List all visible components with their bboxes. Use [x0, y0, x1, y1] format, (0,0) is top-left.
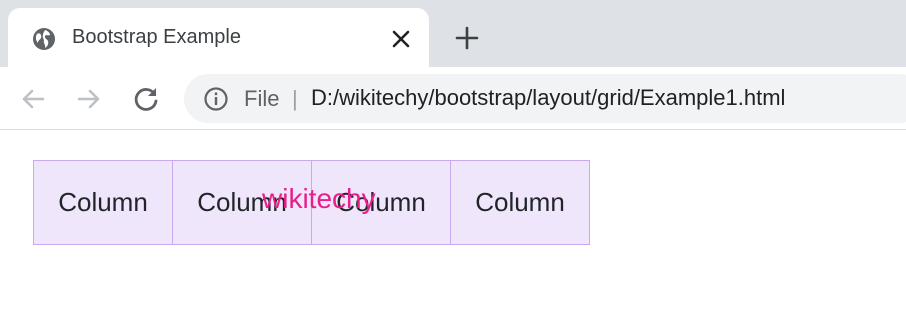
- page-content: Column Column Column Column wikitechy: [0, 131, 906, 314]
- address-bar[interactable]: File | D:/wikitechy/bootstrap/layout/gri…: [184, 74, 906, 123]
- reload-icon[interactable]: [131, 84, 161, 114]
- url-separator: |: [292, 86, 298, 111]
- browser-tab[interactable]: Bootstrap Example: [8, 8, 429, 67]
- back-arrow-icon[interactable]: [18, 84, 48, 114]
- tab-title: Bootstrap Example: [72, 26, 241, 48]
- info-icon[interactable]: [203, 86, 229, 112]
- close-tab-icon[interactable]: [388, 26, 414, 52]
- grid-column: Column: [33, 160, 173, 245]
- grid-column: Column: [450, 160, 590, 245]
- browser-toolbar: File | D:/wikitechy/bootstrap/layout/gri…: [0, 67, 906, 130]
- globe-icon: [31, 26, 57, 52]
- new-tab-icon[interactable]: [453, 24, 481, 52]
- url-text[interactable]: D:/wikitechy/bootstrap/layout/grid/Examp…: [311, 85, 785, 111]
- forward-arrow-icon[interactable]: [74, 84, 104, 114]
- url-scheme-label: File: [244, 86, 280, 111]
- tab-strip: Bootstrap Example: [0, 0, 906, 67]
- watermark-text: wikitechy: [262, 183, 376, 214]
